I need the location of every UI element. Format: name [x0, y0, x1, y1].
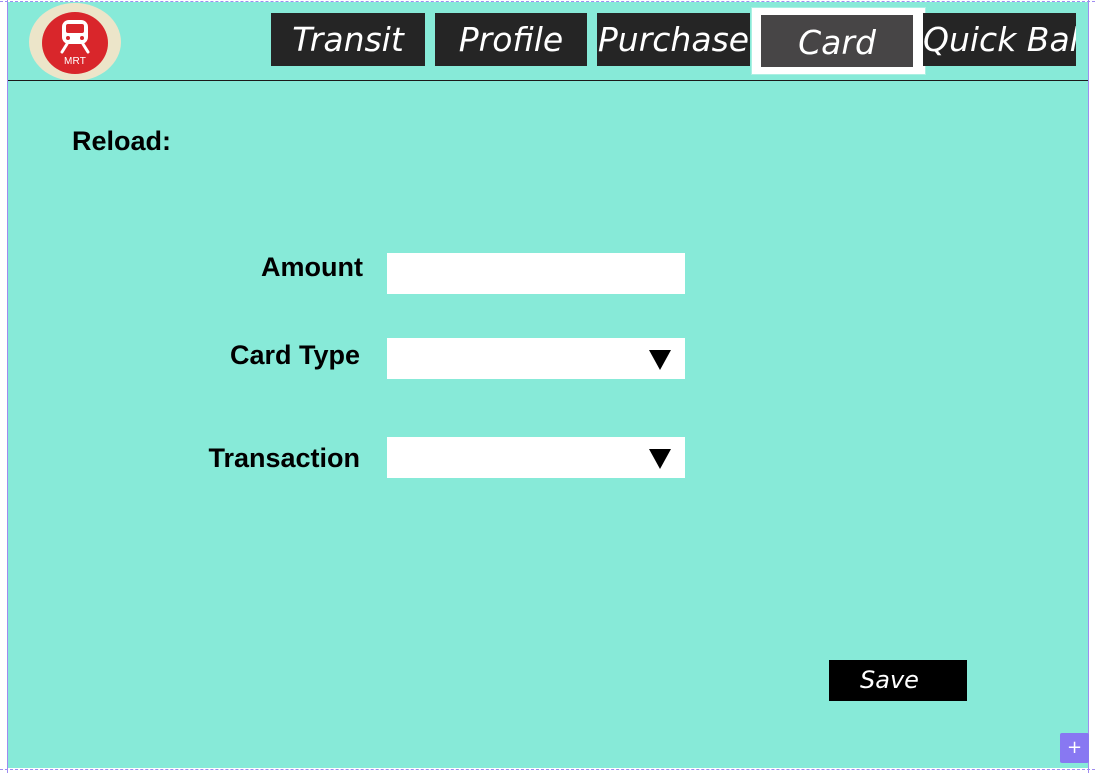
- train-icon: [60, 20, 90, 54]
- dropdown-arrow-icon: [649, 449, 671, 469]
- amount-label: Amount: [261, 252, 363, 282]
- artboard-guide-right: [1088, 0, 1089, 773]
- tab-transit[interactable]: Transit: [271, 13, 425, 66]
- dropdown-arrow-icon: [649, 350, 671, 370]
- logo-badge: MRT: [42, 12, 108, 74]
- logo-text: MRT: [63, 56, 87, 67]
- card-type-select[interactable]: [387, 338, 685, 379]
- artboard-guide-bottom: [0, 769, 1095, 770]
- transaction-label: Transaction: [208, 443, 360, 473]
- tab-purchase[interactable]: Purchase: [597, 13, 750, 66]
- header-divider: [8, 80, 1088, 81]
- tab-card[interactable]: Card: [761, 15, 913, 67]
- add-corner-handle[interactable]: +: [1060, 733, 1089, 763]
- card-type-label: Card Type: [229, 340, 360, 370]
- save-button[interactable]: Save: [829, 660, 967, 701]
- section-title: Reload:: [72, 126, 172, 156]
- app-frame: MRT Transit Profile Purchase Card Quick …: [8, 2, 1088, 768]
- tab-quick-balance[interactable]: Quick Bal.: [923, 13, 1076, 66]
- tab-profile[interactable]: Profile: [435, 13, 587, 66]
- amount-input[interactable]: [387, 253, 685, 294]
- tab-card-selection[interactable]: Card: [751, 7, 926, 75]
- logo[interactable]: MRT: [29, 3, 121, 81]
- transaction-select[interactable]: [387, 437, 685, 478]
